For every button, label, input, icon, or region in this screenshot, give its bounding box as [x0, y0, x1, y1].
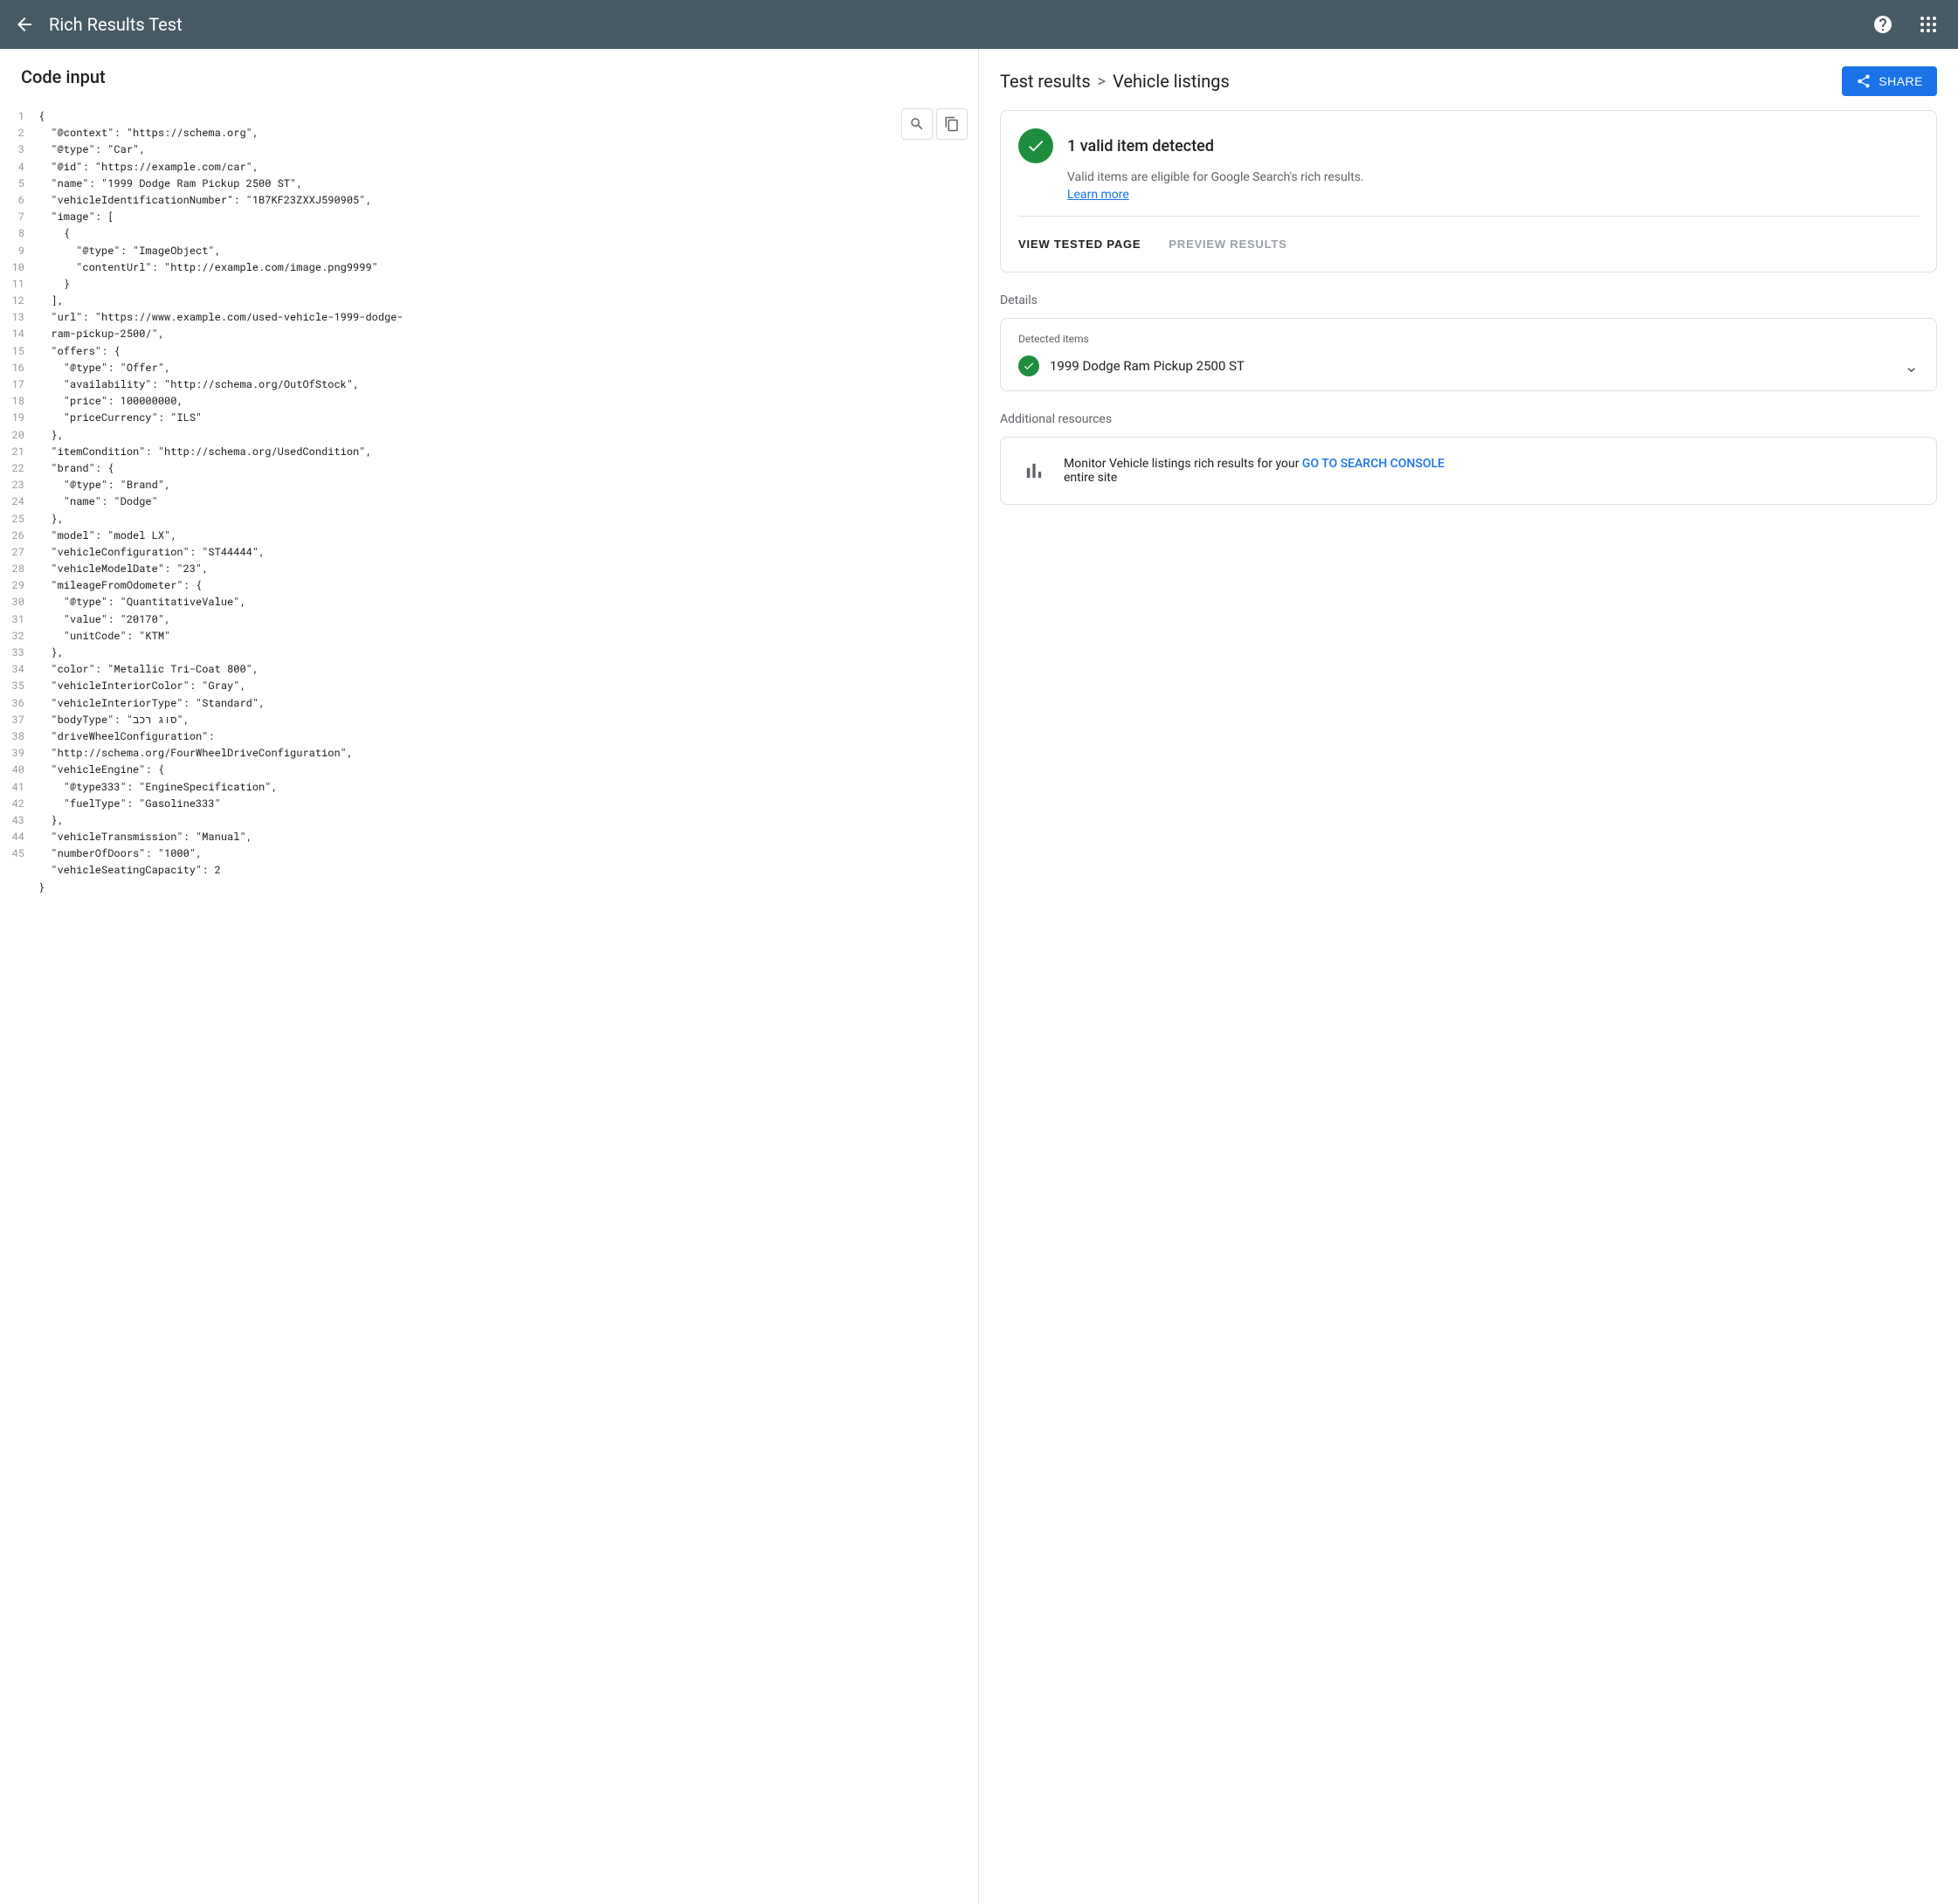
line-numbers: 12345 678910 1112131415 1617181920 21222…: [0, 108, 31, 896]
right-panel-header: Test results > Vehicle listings SHARE: [979, 49, 1958, 110]
resources-text: Monitor Vehicle listings rich results fo…: [1064, 457, 1919, 485]
breadcrumb-current: Vehicle listings: [1113, 71, 1230, 92]
expand-icon[interactable]: ⌄: [1904, 355, 1919, 376]
code-input-header: Code input: [0, 49, 978, 101]
grid-menu-button[interactable]: [1913, 9, 1944, 40]
small-check-icon: [1018, 355, 1039, 376]
search-console-link[interactable]: GO TO SEARCH CONSOLE: [1302, 457, 1444, 471]
main-layout: Code input 12345 678910 11121: [0, 49, 1958, 1904]
detected-item-name: 1999 Dodge Ram Pickup 2500 ST: [1050, 358, 1244, 374]
view-tested-page-button[interactable]: VIEW TESTED PAGE: [1018, 234, 1141, 254]
view-actions: VIEW TESTED PAGE PREVIEW RESULTS: [1018, 231, 1919, 254]
right-panel: Test results > Vehicle listings SHARE: [979, 49, 1958, 1904]
breadcrumb: Test results > Vehicle listings: [1000, 71, 1230, 92]
additional-resources-label: Additional resources: [1000, 412, 1937, 426]
valid-item-card: 1 valid item detected Valid items are el…: [1000, 110, 1937, 272]
grid-dots-icon: [1920, 17, 1936, 32]
code-area[interactable]: 12345 678910 1112131415 1617181920 21222…: [0, 101, 978, 1904]
detected-item: 1999 Dodge Ram Pickup 2500 ST ⌄: [1018, 355, 1919, 376]
check-circle-icon: [1018, 128, 1053, 163]
left-panel: Code input 12345 678910 11121: [0, 49, 979, 1904]
code-text[interactable]: { "@context": "https://schema.org", "@ty…: [31, 108, 978, 896]
bar-chart-icon: [1018, 455, 1050, 486]
valid-desc: Valid items are eligible for Google Sear…: [1067, 170, 1919, 184]
detected-items-label: Detected items: [1018, 333, 1919, 345]
back-button[interactable]: [14, 14, 35, 35]
detected-card: Detected items 1999 Dodge Ram Pickup 250…: [1000, 318, 1937, 391]
divider: [1018, 216, 1919, 217]
details-label: Details: [1000, 293, 1937, 307]
topbar: Rich Results Test: [0, 0, 1958, 49]
code-toolbar: [901, 108, 968, 140]
valid-header: 1 valid item detected: [1018, 128, 1919, 163]
help-button[interactable]: [1867, 9, 1899, 40]
app-title: Rich Results Test: [49, 14, 1853, 35]
search-button[interactable]: [901, 108, 933, 140]
preview-results-button[interactable]: PREVIEW RESULTS: [1169, 234, 1286, 254]
share-label: SHARE: [1879, 74, 1923, 88]
monitor-text-after: entire site: [1064, 471, 1117, 485]
code-content: 12345 678910 1112131415 1617181920 21222…: [0, 101, 978, 903]
learn-more-link[interactable]: Learn more: [1067, 188, 1919, 202]
resources-card: Monitor Vehicle listings rich results fo…: [1000, 437, 1937, 505]
monitor-text-before: Monitor Vehicle listings rich results fo…: [1064, 457, 1302, 471]
detected-item-left: 1999 Dodge Ram Pickup 2500 ST: [1018, 355, 1244, 376]
share-button[interactable]: SHARE: [1842, 66, 1937, 96]
valid-title: 1 valid item detected: [1067, 137, 1214, 155]
copy-button[interactable]: [936, 108, 968, 140]
breadcrumb-separator: >: [1098, 72, 1106, 91]
right-content: 1 valid item detected Valid items are el…: [979, 110, 1958, 1904]
breadcrumb-test-results[interactable]: Test results: [1000, 71, 1091, 92]
